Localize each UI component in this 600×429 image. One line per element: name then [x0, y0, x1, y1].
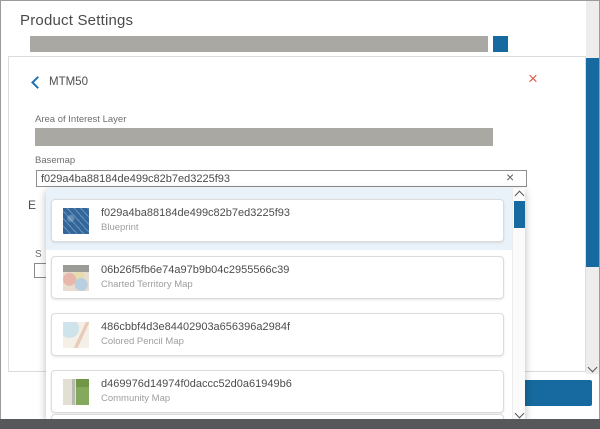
- obscured-label-fragment: S: [35, 249, 42, 260]
- basemap-option-blueprint[interactable]: f029a4ba88184de499c82b7ed3225f93 Blueprin…: [51, 199, 504, 242]
- page-scrollbar-thumb[interactable]: [586, 58, 599, 267]
- aoi-field-label: Area of Interest Layer: [35, 114, 126, 125]
- colored-pencil-thumbnail: [63, 322, 89, 348]
- basemap-input[interactable]: [36, 170, 527, 187]
- page-scrollbar[interactable]: [586, 1, 599, 374]
- close-icon[interactable]: ×: [528, 70, 538, 87]
- chevron-down-icon[interactable]: [515, 409, 525, 419]
- basemap-option-id: 486cbbf4d3e84402903a656396a2984f: [101, 321, 290, 333]
- basemap-option-colored-pencil-map[interactable]: 486cbbf4d3e84402903a656396a2984f Colored …: [51, 313, 504, 356]
- basemap-dropdown-list: f029a4ba88184de499c82b7ed3225f93 Blueprin…: [46, 188, 525, 419]
- basemap-option-name: Charted Territory Map: [101, 279, 193, 290]
- basemap-option-id: d469976d14974f0daccc52d0a61949b6: [101, 378, 292, 390]
- basemap-option-name: Colored Pencil Map: [101, 336, 184, 347]
- basemap-option-id: f029a4ba88184de499c82b7ed3225f93: [101, 207, 290, 219]
- dropdown-scrollbar[interactable]: [512, 188, 525, 419]
- chevron-down-icon[interactable]: [588, 363, 598, 373]
- clear-input-icon[interactable]: ×: [506, 170, 514, 184]
- basemap-option-community-map[interactable]: d469976d14974f0daccc52d0a61949b6 Communit…: [51, 370, 504, 413]
- redacted-product-name-bar: [30, 36, 488, 52]
- aoi-redacted-value-bar[interactable]: [35, 128, 493, 146]
- basemap-option-charted-territory-map[interactable]: 06b26f5fb6e74a97b9b04c2955566c39 Charted …: [51, 256, 504, 299]
- basemap-option-name: Community Map: [101, 393, 170, 404]
- obscured-label-fragment: E: [28, 198, 36, 212]
- blueprint-thumbnail: [63, 208, 89, 234]
- back-button[interactable]: MTM50: [33, 74, 88, 90]
- basemap-option-id: 06b26f5fb6e74a97b9b04c2955566c39: [101, 264, 289, 276]
- dropdown-scrollbar-thumb[interactable]: [514, 201, 525, 228]
- community-thumbnail: [63, 379, 89, 405]
- charted-territory-thumbnail: [63, 265, 89, 291]
- redacted-action-square[interactable]: [493, 36, 508, 52]
- product-settings-dialog: Product Settings MTM50 × Area of Interes…: [0, 0, 600, 429]
- chevron-up-icon[interactable]: [515, 191, 525, 201]
- basemap-option-name: Blueprint: [101, 222, 139, 233]
- basemap-field-label: Basemap: [35, 155, 75, 166]
- window-bottom-edge-bar: [0, 419, 600, 429]
- chevron-left-icon: [31, 76, 44, 89]
- back-label: MTM50: [49, 76, 88, 88]
- page-title: Product Settings: [20, 12, 133, 29]
